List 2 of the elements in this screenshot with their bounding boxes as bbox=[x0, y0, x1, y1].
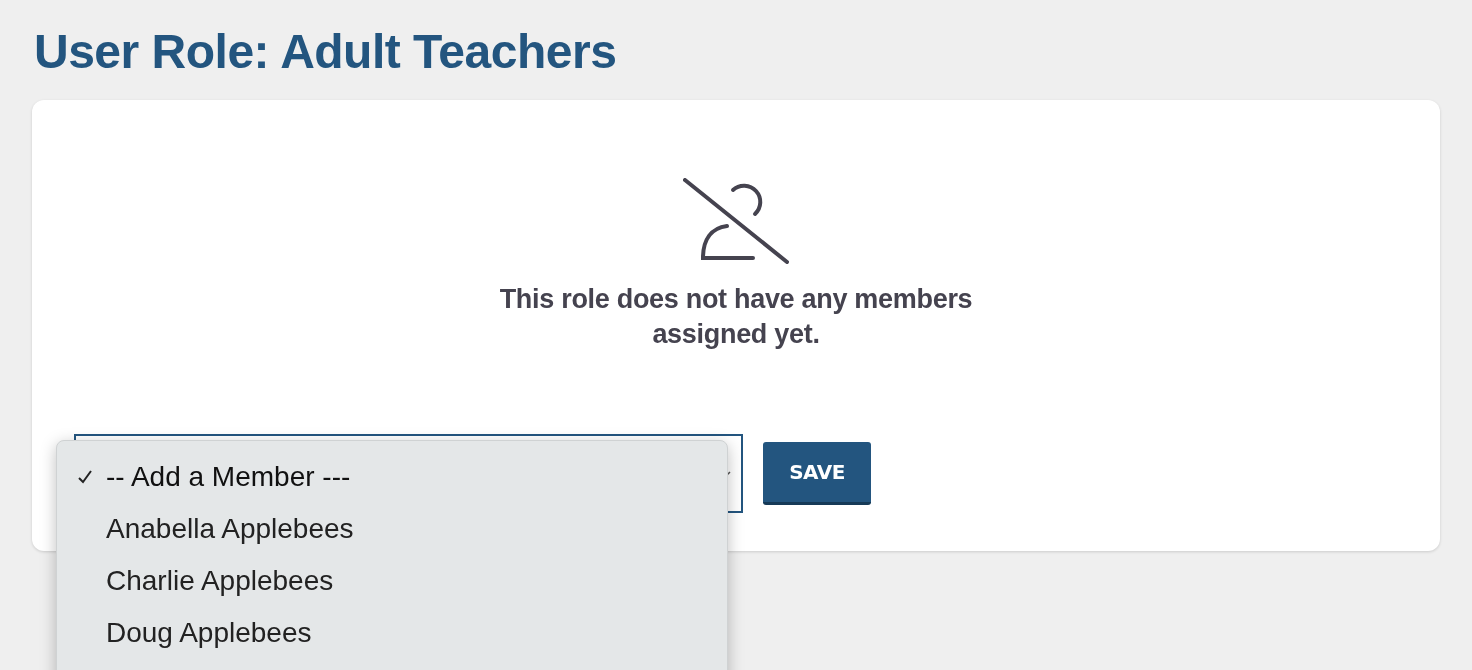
page-title: User Role: Adult Teachers bbox=[34, 24, 618, 80]
empty-state-message: This role does not have any members assigned yet. bbox=[498, 283, 974, 351]
